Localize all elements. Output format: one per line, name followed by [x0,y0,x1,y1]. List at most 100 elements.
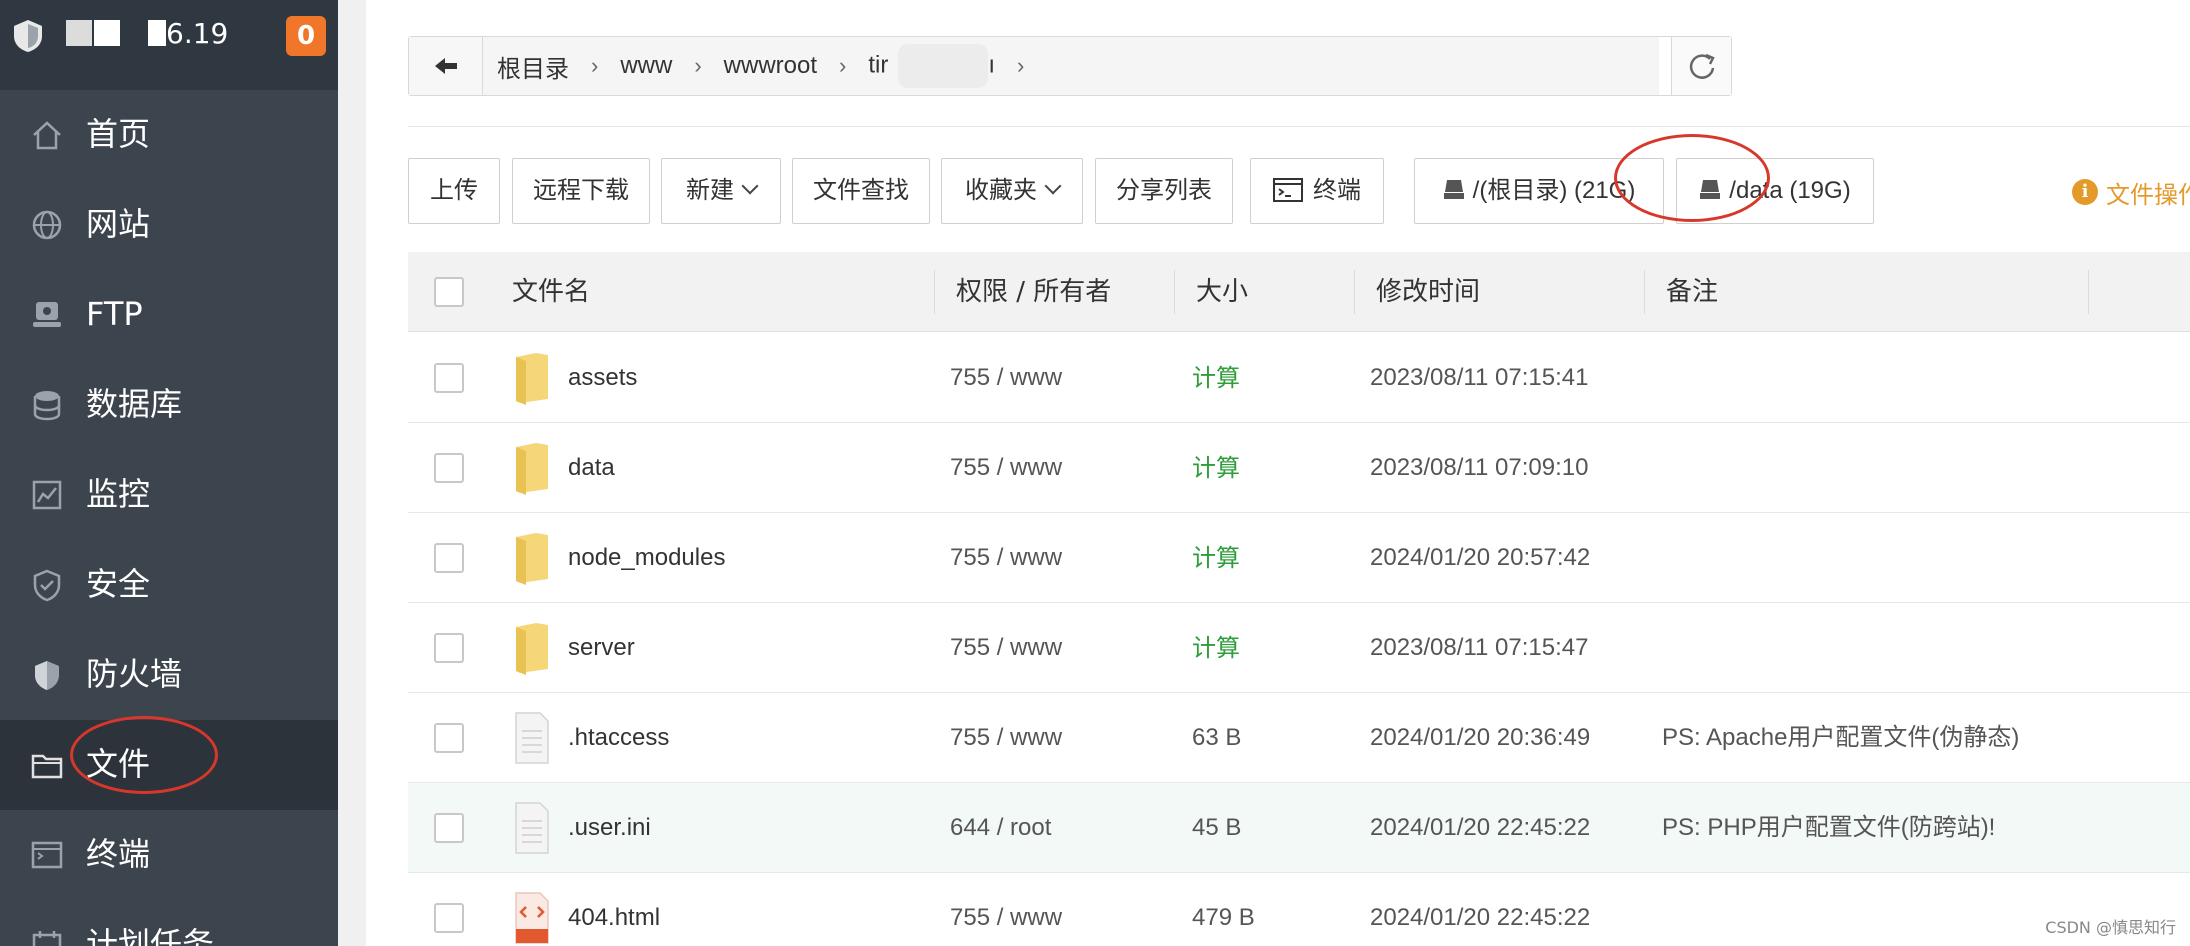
sidebar-item[interactable]: 终端 [0,810,338,900]
upload-button[interactable]: 上传 [408,158,500,224]
sidebar-item[interactable]: FTP [0,270,338,360]
file-ops-link[interactable]: i 文件操作 [2072,172,2190,212]
file-modified: 2023/08/11 07:15:41 [1370,364,1589,391]
disk-root-label: /(根目录) (21G) [1472,177,1636,204]
row-checkbox[interactable] [434,813,464,843]
file-modified: 2024/01/20 22:45:22 [1370,814,1591,841]
row-checkbox[interactable] [434,363,464,393]
header-size[interactable]: 大小 [1196,252,1248,332]
table-row[interactable]: .htaccess 755 / www 63 B 2024/01/20 20:36:4… [408,693,2190,783]
breadcrumb-wwwroot[interactable]: wwwroot [710,52,817,80]
file-name[interactable]: .htaccess [568,693,669,783]
file-permission[interactable]: 755 / www [950,693,1062,783]
file-ops-label: 文件操作 [2106,180,2190,209]
select-all-checkbox[interactable] [434,277,464,307]
breadcrumb: 根目录 › www › wwwroot › tir ı › [483,37,1659,95]
terminal-icon [1273,177,1303,202]
new-dropdown-button[interactable]: 新建 [661,158,781,224]
refresh-icon [1689,53,1715,79]
table-row[interactable]: node_modules 755 / www 计算 2024/01/20 20:57:… [408,513,2190,603]
file-permission[interactable]: 755 / www [950,873,1062,946]
row-checkbox[interactable] [434,633,464,663]
sidebar-item[interactable]: 防火墙 [0,630,338,720]
breadcrumb-www[interactable]: www [606,52,672,80]
table-row[interactable]: assets 755 / www 计算 2023/08/11 07:15:41 [408,333,2190,423]
server-ip: 6.19 [166,17,229,50]
column-divider [1354,270,1355,314]
file-name[interactable]: assets [568,333,637,423]
back-button[interactable] [409,37,483,95]
chevron-down-icon [1044,177,1062,195]
file-size: 479 B [1192,904,1255,931]
file-name[interactable]: server [568,603,635,693]
folder-icon [516,533,548,585]
file-size[interactable]: 计算 [1192,423,1240,513]
sidebar-item[interactable]: 首页 [0,90,338,180]
firewall-icon [35,661,59,690]
share-list-button[interactable]: 分享列表 [1095,158,1233,224]
row-checkbox[interactable] [434,903,464,933]
sidebar-item[interactable]: 网站 [0,180,338,270]
file-manager: 根目录 › www › wwwroot › tir ı › 上传 远程下载 新建 … [366,0,2190,946]
home-icon [33,121,61,150]
remote-download-button[interactable]: 远程下载 [512,158,650,224]
sidebar-item-label: FTP [86,295,143,333]
file-note: PS: PHP用户配置文件(防跨站)! [1662,814,1996,841]
file-size[interactable]: 计算 [1192,513,1240,603]
masked-text [898,44,989,88]
table-row[interactable]: server 755 / www 计算 2023/08/11 07:15:47 [408,603,2190,693]
refresh-button[interactable] [1671,37,1731,95]
monitor-icon [32,480,62,510]
file-size: 63 B [1192,724,1242,751]
column-divider [2088,270,2089,314]
file-size[interactable]: 计算 [1192,603,1240,693]
column-divider [1644,270,1645,314]
chevron-right-icon: › [694,53,702,78]
folder-icon [516,353,548,405]
file-permission[interactable]: 755 / www [950,603,1062,693]
globe-icon [32,210,62,240]
chevron-right-icon: › [1017,53,1025,78]
sidebar-item[interactable]: 监控 [0,450,338,540]
file-permission[interactable]: 755 / www [950,333,1062,423]
info-icon: i [2072,179,2098,205]
header-note: 备注 [1666,277,1719,307]
breadcrumb-project[interactable]: tir ı [854,44,995,88]
row-checkbox[interactable] [434,543,464,573]
watermark: CSDN @慎思知行 [2045,918,2176,937]
sidebar-item[interactable]: 数据库 [0,360,338,450]
chevron-right-icon: › [591,53,599,78]
favorites-label: 收藏夹 [965,177,1037,204]
logo-icon [14,20,42,52]
file-size[interactable]: 计算 [1192,333,1240,423]
file-name[interactable]: node_modules [568,513,725,603]
file-modified: 2023/08/11 07:09:10 [1370,454,1589,481]
table-row[interactable]: .user.ini 644 / root 45 B 2024/01/20 22:45:… [408,783,2190,873]
header-permission[interactable]: 权限 / 所有者 [956,252,1111,332]
sidebar-item[interactable]: 安全 [0,540,338,630]
sidebar-item-label: 终端 [86,835,151,873]
file-name[interactable]: .user.ini [568,783,651,873]
table-row[interactable]: data 755 / www 计算 2023/08/11 07:09:10 [408,423,2190,513]
sidebar-item[interactable]: 计划任务 [0,900,338,946]
file-permission[interactable]: 755 / www [950,423,1062,513]
header-filename[interactable]: 文件名 [512,252,590,332]
favorites-dropdown-button[interactable]: 收藏夹 [941,158,1083,224]
notification-badge[interactable]: 0 [286,16,326,56]
table-row[interactable]: 404.html 755 / www 479 B 2024/01/20 22:45:2… [408,873,2190,946]
terminal-button[interactable]: 终端 [1250,158,1384,224]
file-name[interactable]: 404.html [568,873,660,946]
folder-icon [516,443,548,495]
row-checkbox[interactable] [434,453,464,483]
file-permission[interactable]: 644 / root [950,783,1051,873]
file-permission[interactable]: 755 / www [950,513,1062,603]
breadcrumb-project-label: tir [868,51,889,79]
folder-icon [516,623,548,675]
file-name[interactable]: data [568,423,615,513]
sidebar-nav: 首页 网站 FTP 数据库 监控 安全 防火墙 文件 终端 计划任务 [0,90,338,946]
sidebar-item-label: 网站 [86,205,151,243]
row-checkbox[interactable] [434,723,464,753]
header-modified[interactable]: 修改时间 [1376,252,1480,332]
file-search-button[interactable]: 文件查找 [792,158,930,224]
breadcrumb-root[interactable]: 根目录 [483,49,569,84]
